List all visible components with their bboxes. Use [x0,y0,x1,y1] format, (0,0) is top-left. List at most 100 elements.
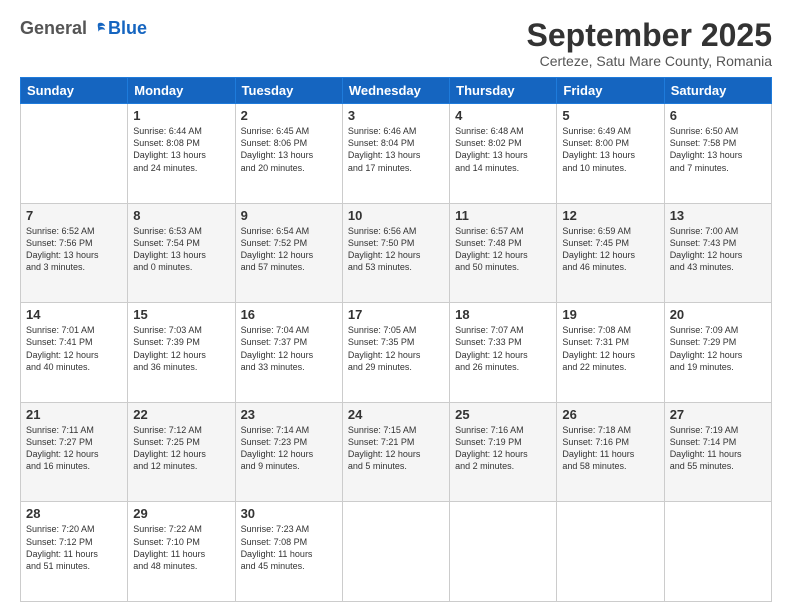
cell-info: Sunrise: 6:48 AM Sunset: 8:02 PM Dayligh… [455,125,551,174]
page: General Blue September 2025 Certeze, Sat… [0,0,792,612]
table-row: 12 Sunrise: 6:59 AM Sunset: 7:45 PM Dayli… [557,203,664,303]
cell-info: Sunrise: 7:12 AM Sunset: 7:25 PM Dayligh… [133,424,229,473]
logo-text: General Blue [20,18,147,39]
day-number: 28 [26,506,122,521]
cell-info: Sunrise: 6:59 AM Sunset: 7:45 PM Dayligh… [562,225,658,274]
day-number: 17 [348,307,444,322]
header: General Blue September 2025 Certeze, Sat… [20,18,772,69]
table-row: 18 Sunrise: 7:07 AM Sunset: 7:33 PM Dayli… [450,303,557,403]
col-header-sunday: Sunday [21,78,128,104]
table-row: 1Sunrise: 6:44 AM Sunset: 8:08 PM Daylig… [128,104,235,204]
day-number: 8 [133,208,229,223]
table-row: 27 Sunrise: 7:19 AM Sunset: 7:14 PM Dayli… [664,402,771,502]
table-row: 10 Sunrise: 6:56 AM Sunset: 7:50 PM Dayli… [342,203,449,303]
day-number: 22 [133,407,229,422]
table-row [557,502,664,602]
logo-bird-icon [89,20,107,38]
day-number: 11 [455,208,551,223]
cell-info: Sunrise: 7:15 AM Sunset: 7:21 PM Dayligh… [348,424,444,473]
month-title: September 2025 [527,18,772,53]
cell-info: Sunrise: 7:11 AM Sunset: 7:27 PM Dayligh… [26,424,122,473]
table-row: 6 Sunrise: 6:50 AM Sunset: 7:58 PM Daylig… [664,104,771,204]
table-row: 13 Sunrise: 7:00 AM Sunset: 7:43 PM Dayli… [664,203,771,303]
calendar-table: SundayMondayTuesdayWednesdayThursdayFrid… [20,77,772,602]
table-row: 8 Sunrise: 6:53 AM Sunset: 7:54 PM Daylig… [128,203,235,303]
day-number: 7 [26,208,122,223]
table-row: 28Sunrise: 7:20 AM Sunset: 7:12 PM Dayli… [21,502,128,602]
cell-info: Sunrise: 6:54 AM Sunset: 7:52 PM Dayligh… [241,225,337,274]
day-number: 5 [562,108,658,123]
day-number: 16 [241,307,337,322]
location: Certeze, Satu Mare County, Romania [527,53,772,69]
table-row: 20 Sunrise: 7:09 AM Sunset: 7:29 PM Dayli… [664,303,771,403]
cell-info: Sunrise: 7:16 AM Sunset: 7:19 PM Dayligh… [455,424,551,473]
table-row: 24 Sunrise: 7:15 AM Sunset: 7:21 PM Dayli… [342,402,449,502]
day-number: 6 [670,108,766,123]
day-number: 9 [241,208,337,223]
day-number: 3 [348,108,444,123]
table-row [21,104,128,204]
cell-info: Sunrise: 6:50 AM Sunset: 7:58 PM Dayligh… [670,125,766,174]
cell-info: Sunrise: 7:07 AM Sunset: 7:33 PM Dayligh… [455,324,551,373]
day-number: 20 [670,307,766,322]
cell-info: Sunrise: 7:18 AM Sunset: 7:16 PM Dayligh… [562,424,658,473]
cell-info: Sunrise: 7:00 AM Sunset: 7:43 PM Dayligh… [670,225,766,274]
day-number: 25 [455,407,551,422]
cell-info: Sunrise: 7:22 AM Sunset: 7:10 PM Dayligh… [133,523,229,572]
day-number: 2 [241,108,337,123]
table-row: 2 Sunrise: 6:45 AM Sunset: 8:06 PM Daylig… [235,104,342,204]
col-header-thursday: Thursday [450,78,557,104]
cell-info: Sunrise: 7:14 AM Sunset: 7:23 PM Dayligh… [241,424,337,473]
day-number: 1 [133,108,229,123]
logo: General Blue [20,18,147,39]
cell-info: Sunrise: 6:56 AM Sunset: 7:50 PM Dayligh… [348,225,444,274]
cell-info: Sunrise: 7:19 AM Sunset: 7:14 PM Dayligh… [670,424,766,473]
day-number: 29 [133,506,229,521]
day-number: 12 [562,208,658,223]
day-number: 15 [133,307,229,322]
day-number: 30 [241,506,337,521]
day-number: 13 [670,208,766,223]
cell-info: Sunrise: 7:04 AM Sunset: 7:37 PM Dayligh… [241,324,337,373]
cell-info: Sunrise: 6:46 AM Sunset: 8:04 PM Dayligh… [348,125,444,174]
day-number: 14 [26,307,122,322]
table-row: 11 Sunrise: 6:57 AM Sunset: 7:48 PM Dayli… [450,203,557,303]
day-number: 4 [455,108,551,123]
col-header-saturday: Saturday [664,78,771,104]
cell-info: Sunrise: 7:23 AM Sunset: 7:08 PM Dayligh… [241,523,337,572]
col-header-monday: Monday [128,78,235,104]
cell-info: Sunrise: 7:09 AM Sunset: 7:29 PM Dayligh… [670,324,766,373]
table-row: 16 Sunrise: 7:04 AM Sunset: 7:37 PM Dayli… [235,303,342,403]
day-number: 18 [455,307,551,322]
day-number: 21 [26,407,122,422]
day-number: 27 [670,407,766,422]
table-row: 7 Sunrise: 6:52 AM Sunset: 7:56 PM Daylig… [21,203,128,303]
day-number: 10 [348,208,444,223]
table-row [342,502,449,602]
cell-info: Sunrise: 6:45 AM Sunset: 8:06 PM Dayligh… [241,125,337,174]
table-row: 4 Sunrise: 6:48 AM Sunset: 8:02 PM Daylig… [450,104,557,204]
col-header-tuesday: Tuesday [235,78,342,104]
table-row: 26 Sunrise: 7:18 AM Sunset: 7:16 PM Dayli… [557,402,664,502]
cell-info: Sunrise: 7:05 AM Sunset: 7:35 PM Dayligh… [348,324,444,373]
col-header-wednesday: Wednesday [342,78,449,104]
day-number: 23 [241,407,337,422]
cell-info: Sunrise: 6:57 AM Sunset: 7:48 PM Dayligh… [455,225,551,274]
cell-info: Sunrise: 6:53 AM Sunset: 7:54 PM Dayligh… [133,225,229,274]
cell-info: Sunrise: 7:08 AM Sunset: 7:31 PM Dayligh… [562,324,658,373]
cell-info: Sunrise: 6:49 AM Sunset: 8:00 PM Dayligh… [562,125,658,174]
table-row [450,502,557,602]
day-number: 24 [348,407,444,422]
table-row: 30 Sunrise: 7:23 AM Sunset: 7:08 PM Dayli… [235,502,342,602]
table-row: 3 Sunrise: 6:46 AM Sunset: 8:04 PM Daylig… [342,104,449,204]
table-row: 9 Sunrise: 6:54 AM Sunset: 7:52 PM Daylig… [235,203,342,303]
table-row: 19Sunrise: 7:08 AM Sunset: 7:31 PM Dayli… [557,303,664,403]
table-row: 17 Sunrise: 7:05 AM Sunset: 7:35 PM Dayli… [342,303,449,403]
day-number: 26 [562,407,658,422]
table-row: 23 Sunrise: 7:14 AM Sunset: 7:23 PM Dayli… [235,402,342,502]
table-row [664,502,771,602]
table-row: 25 Sunrise: 7:16 AM Sunset: 7:19 PM Dayli… [450,402,557,502]
col-header-friday: Friday [557,78,664,104]
cell-info: Sunrise: 6:52 AM Sunset: 7:56 PM Dayligh… [26,225,122,274]
table-row: 29 Sunrise: 7:22 AM Sunset: 7:10 PM Dayli… [128,502,235,602]
